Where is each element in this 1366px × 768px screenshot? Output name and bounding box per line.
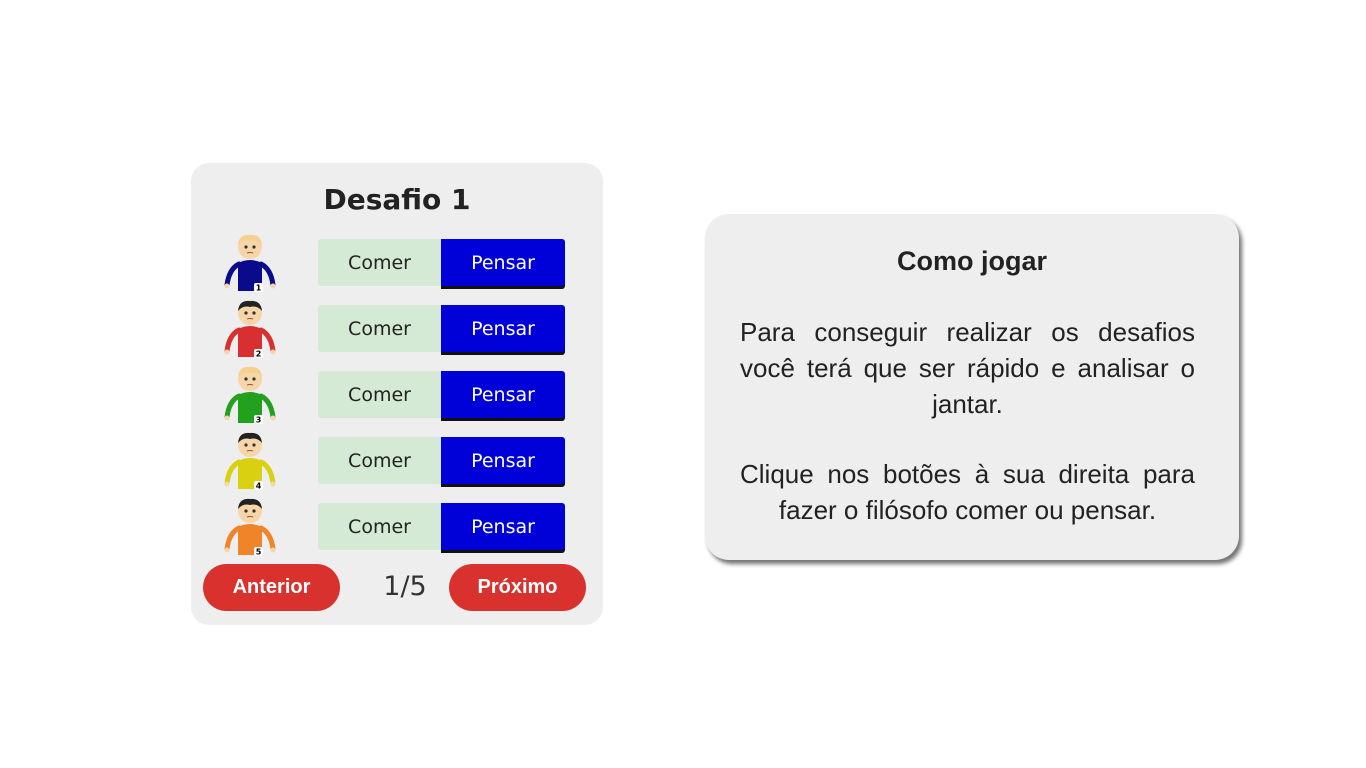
pensar-button[interactable]: Pensar [441,503,565,550]
comer-button[interactable]: Comer [318,371,441,418]
philosopher-row: 5 Comer Pensar [191,497,603,557]
philosopher-row: 3 Comer Pensar [191,365,603,425]
how-to-play-paragraph: Clique nos botões à sua direita para faz… [740,459,1195,525]
pensar-button[interactable]: Pensar [441,239,565,286]
how-to-play-card: Como jogar Para conseguir realizar os de… [705,214,1239,560]
comer-button[interactable]: Comer [318,503,441,550]
comer-button[interactable]: Comer [318,239,441,286]
page-indicator: 1/5 [383,571,427,602]
how-to-play-title: Como jogar [896,246,1047,276]
philosopher-row: 2 Comer Pensar [191,299,603,359]
previous-button[interactable]: Anterior [203,564,340,611]
how-to-play-paragraph: Para conseguir realizar os desafios você… [740,317,1195,419]
philosopher-row: 1 Comer Pensar [191,233,603,293]
challenge-title: Desafio 1 [323,183,471,216]
pensar-button[interactable]: Pensar [441,437,565,484]
comer-button[interactable]: Comer [318,437,441,484]
philosopher-icon: 3 [221,365,279,425]
philosopher-icon: 2 [221,299,279,359]
next-button[interactable]: Próximo [449,564,586,611]
philosopher-number: 4 [256,482,262,491]
philosopher-number: 5 [256,548,262,557]
philosopher-icon: 1 [221,233,279,293]
philosopher-icon: 4 [221,431,279,491]
philosopher-row: 4 Comer Pensar [191,431,603,491]
pensar-button[interactable]: Pensar [441,305,565,352]
pensar-button[interactable]: Pensar [441,371,565,418]
comer-button[interactable]: Comer [318,305,441,352]
philosopher-icon: 5 [221,497,279,557]
philosopher-number: 1 [256,284,262,293]
challenge-card: Desafio 1 1 Comer Pensar 2 Comer Pensar 3 Comer… [191,163,603,625]
philosopher-number: 3 [256,416,262,425]
philosopher-number: 2 [256,350,262,359]
